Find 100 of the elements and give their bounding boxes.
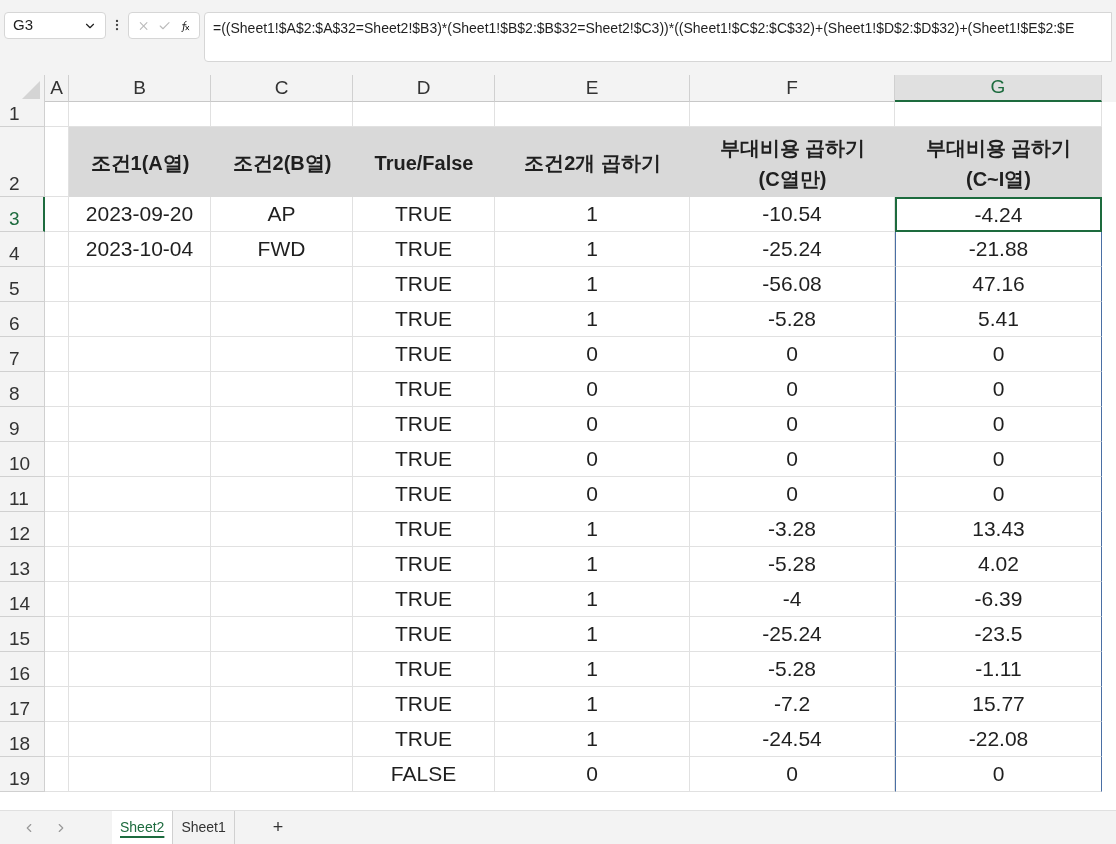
- table-cell[interactable]: -5.28: [690, 302, 895, 337]
- column-title-cell[interactable]: 부대비용 곱하기 (C열만): [690, 127, 895, 197]
- table-cell[interactable]: [211, 722, 353, 757]
- table-cell[interactable]: 1: [495, 652, 690, 687]
- table-cell[interactable]: TRUE: [353, 652, 495, 687]
- active-cell[interactable]: -4.24: [895, 197, 1102, 232]
- table-cell[interactable]: [69, 442, 211, 477]
- row-header[interactable]: 3: [0, 197, 45, 232]
- table-cell[interactable]: [211, 582, 353, 617]
- row-header[interactable]: 5: [0, 267, 45, 302]
- table-cell[interactable]: -10.54: [690, 197, 895, 232]
- row-header[interactable]: 10: [0, 442, 45, 477]
- table-cell[interactable]: [69, 267, 211, 302]
- table-cell[interactable]: [45, 197, 69, 232]
- table-cell[interactable]: [45, 687, 69, 722]
- table-cell[interactable]: 2023-09-20: [69, 197, 211, 232]
- table-cell[interactable]: [211, 372, 353, 407]
- table-cell[interactable]: 1: [495, 232, 690, 267]
- table-cell[interactable]: [45, 302, 69, 337]
- table-cell[interactable]: [69, 477, 211, 512]
- name-box[interactable]: G3: [4, 12, 106, 39]
- table-cell[interactable]: [45, 547, 69, 582]
- row-header[interactable]: 8: [0, 372, 45, 407]
- row-header[interactable]: 6: [0, 302, 45, 337]
- column-title-cell[interactable]: 조건1(A열): [69, 127, 211, 197]
- table-cell[interactable]: TRUE: [353, 547, 495, 582]
- table-cell[interactable]: 0: [895, 477, 1102, 512]
- table-cell[interactable]: [69, 102, 211, 127]
- table-cell[interactable]: [211, 652, 353, 687]
- table-cell[interactable]: [45, 267, 69, 302]
- table-cell[interactable]: [495, 102, 690, 127]
- table-cell[interactable]: 0: [690, 757, 895, 792]
- table-cell[interactable]: [69, 757, 211, 792]
- table-cell[interactable]: 0: [690, 407, 895, 442]
- table-cell[interactable]: -24.54: [690, 722, 895, 757]
- table-cell[interactable]: TRUE: [353, 197, 495, 232]
- table-cell[interactable]: -4: [690, 582, 895, 617]
- table-cell[interactable]: 2023-10-04: [69, 232, 211, 267]
- function-icon[interactable]: [179, 18, 191, 33]
- table-cell[interactable]: TRUE: [353, 337, 495, 372]
- table-cell[interactable]: TRUE: [353, 267, 495, 302]
- table-cell[interactable]: -7.2: [690, 687, 895, 722]
- table-cell[interactable]: [69, 687, 211, 722]
- table-cell[interactable]: -23.5: [895, 617, 1102, 652]
- table-cell[interactable]: TRUE: [353, 372, 495, 407]
- table-cell[interactable]: 1: [495, 267, 690, 302]
- sheet-tab[interactable]: Sheet2: [112, 811, 174, 844]
- table-cell[interactable]: [45, 232, 69, 267]
- table-cell[interactable]: 1: [495, 512, 690, 547]
- row-header[interactable]: 9: [0, 407, 45, 442]
- column-title-cell[interactable]: 조건2(B열): [211, 127, 353, 197]
- table-cell[interactable]: 5.41: [895, 302, 1102, 337]
- table-cell[interactable]: [895, 102, 1102, 127]
- row-header[interactable]: 19: [0, 757, 45, 792]
- table-cell[interactable]: 4.02: [895, 547, 1102, 582]
- table-cell[interactable]: 0: [895, 442, 1102, 477]
- table-cell[interactable]: TRUE: [353, 512, 495, 547]
- table-cell[interactable]: -1.11: [895, 652, 1102, 687]
- table-cell[interactable]: 1: [495, 582, 690, 617]
- row-header[interactable]: 7: [0, 337, 45, 372]
- table-cell[interactable]: [69, 722, 211, 757]
- row-header[interactable]: 4: [0, 232, 45, 267]
- row-header[interactable]: 17: [0, 687, 45, 722]
- table-cell[interactable]: 13.43: [895, 512, 1102, 547]
- table-cell[interactable]: TRUE: [353, 687, 495, 722]
- table-cell[interactable]: [69, 582, 211, 617]
- table-cell[interactable]: -5.28: [690, 547, 895, 582]
- add-sheet-button[interactable]: +: [272, 814, 284, 841]
- table-cell[interactable]: -25.24: [690, 617, 895, 652]
- table-cell[interactable]: -5.28: [690, 652, 895, 687]
- table-cell[interactable]: 0: [495, 477, 690, 512]
- table-cell[interactable]: 1: [495, 687, 690, 722]
- table-cell[interactable]: TRUE: [353, 407, 495, 442]
- table-cell[interactable]: 1: [495, 302, 690, 337]
- table-cell[interactable]: [690, 102, 895, 127]
- row-header[interactable]: 2: [0, 127, 45, 197]
- table-cell[interactable]: [211, 687, 353, 722]
- table-cell[interactable]: TRUE: [353, 582, 495, 617]
- table-cell[interactable]: 0: [895, 337, 1102, 372]
- table-cell[interactable]: [211, 267, 353, 302]
- table-cell[interactable]: 0: [895, 757, 1102, 792]
- table-cell[interactable]: 0: [495, 442, 690, 477]
- row-header[interactable]: 18: [0, 722, 45, 757]
- table-cell[interactable]: [45, 617, 69, 652]
- row-header[interactable]: 16: [0, 652, 45, 687]
- table-cell[interactable]: [69, 512, 211, 547]
- table-cell[interactable]: -25.24: [690, 232, 895, 267]
- table-cell[interactable]: TRUE: [353, 442, 495, 477]
- table-cell[interactable]: -21.88: [895, 232, 1102, 267]
- table-cell[interactable]: [211, 102, 353, 127]
- table-cell[interactable]: -6.39: [895, 582, 1102, 617]
- table-cell[interactable]: 47.16: [895, 267, 1102, 302]
- table-cell[interactable]: 1: [495, 722, 690, 757]
- table-cell[interactable]: 0: [690, 372, 895, 407]
- table-cell[interactable]: TRUE: [353, 722, 495, 757]
- table-cell[interactable]: 0: [495, 757, 690, 792]
- table-cell[interactable]: -3.28: [690, 512, 895, 547]
- table-cell[interactable]: [211, 547, 353, 582]
- table-cell[interactable]: [45, 442, 69, 477]
- table-cell[interactable]: [45, 512, 69, 547]
